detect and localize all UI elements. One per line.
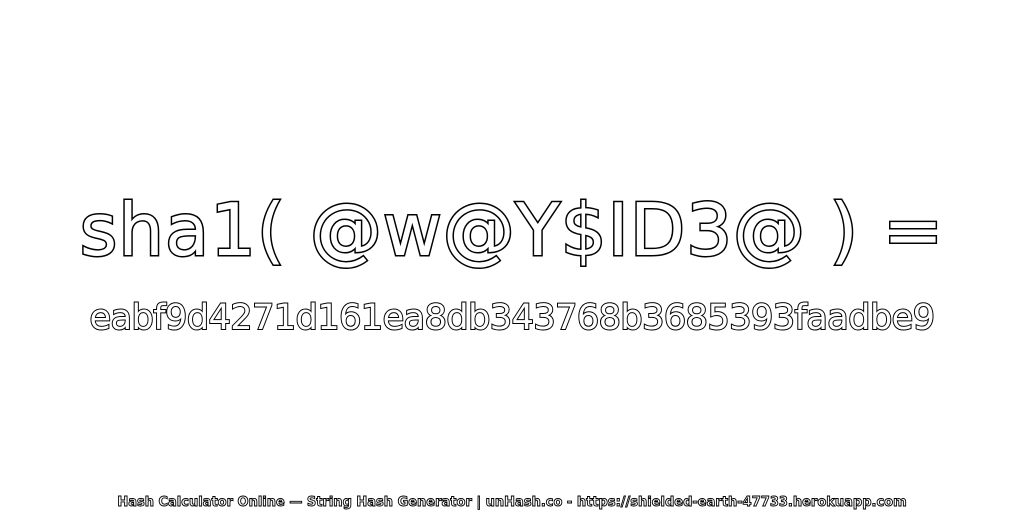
image-canvas: sha1( @w@Y$ID3@ ) = eabf9d4271d161ea8db3… [0, 0, 1024, 512]
site-footer-credit: Hash Calculator Online — String Hash Gen… [117, 495, 907, 511]
hash-result-value: eabf9d4271d161ea8db343768b3685393faadbe9 [89, 297, 936, 339]
hash-expression-heading: sha1( @w@Y$ID3@ ) = [78, 187, 945, 274]
